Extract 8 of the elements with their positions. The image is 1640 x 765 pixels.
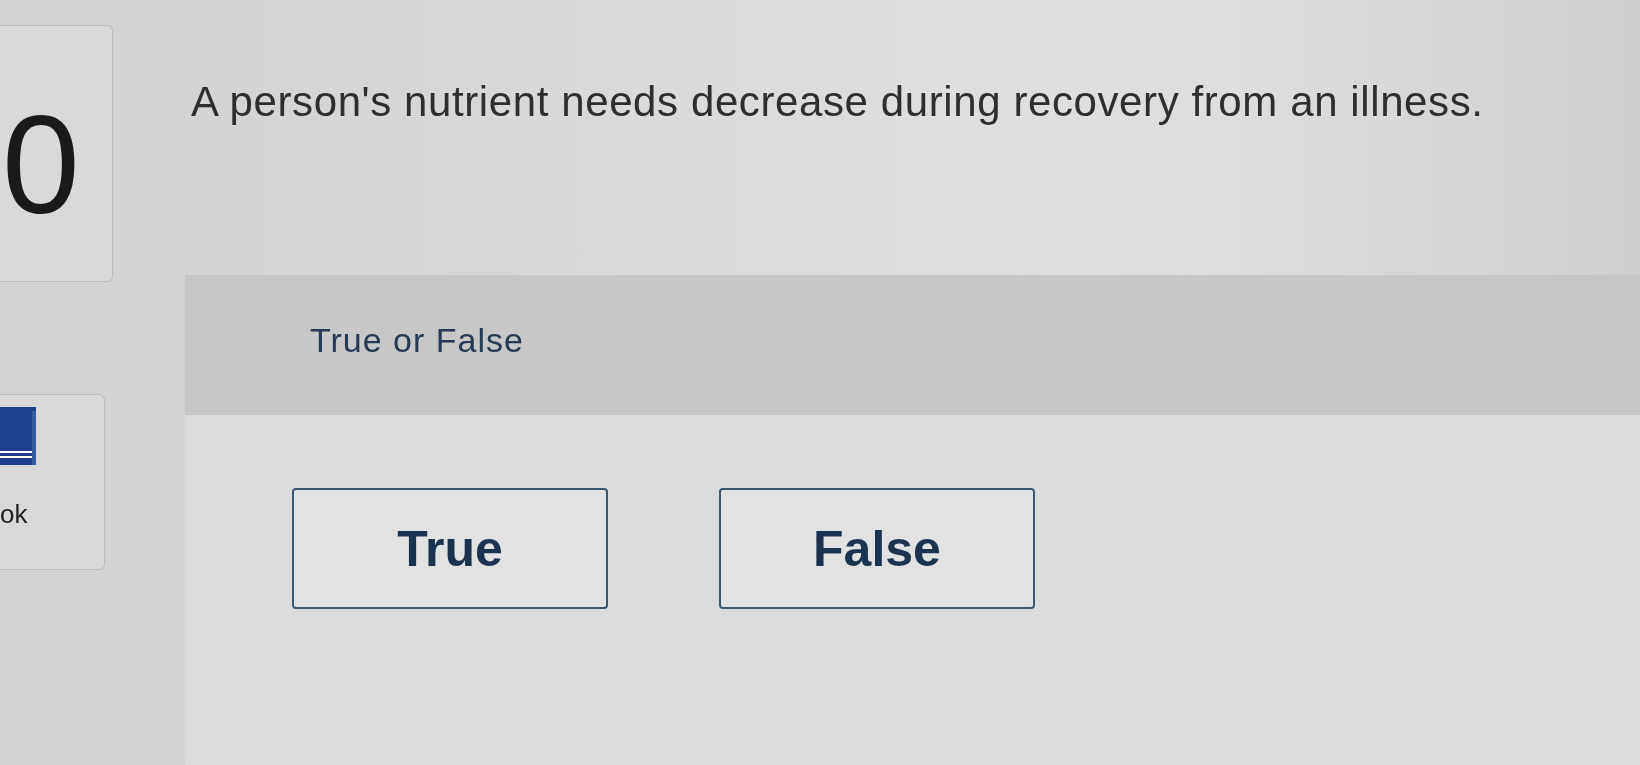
book-icon	[0, 407, 36, 465]
resource-card[interactable]: ok	[0, 394, 105, 570]
answer-button[interactable]: False	[719, 488, 1035, 609]
question-text: A person's nutrient needs decrease during recovery from an illness.	[191, 78, 1485, 126]
answer-button[interactable]: True	[292, 488, 608, 609]
resource-label: ok	[0, 501, 28, 527]
question-type-label: True or False	[310, 321, 524, 360]
score-value: 0	[2, 94, 80, 235]
